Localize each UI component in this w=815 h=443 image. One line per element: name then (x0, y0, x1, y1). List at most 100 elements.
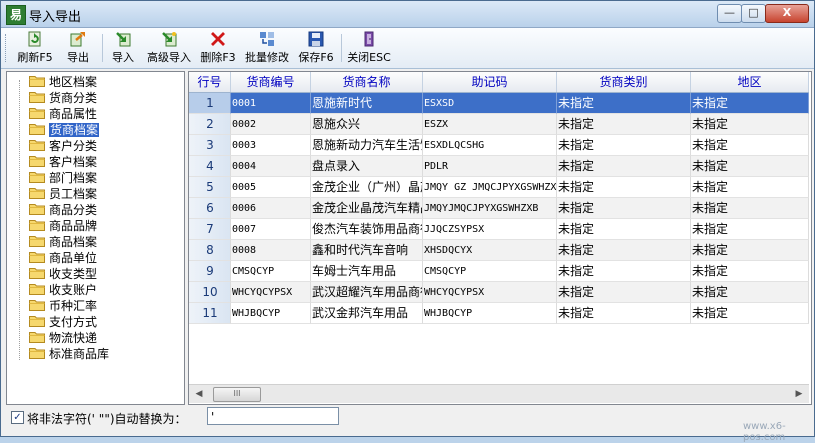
cell-mnemonic-code[interactable]: WHJBQCYP (423, 303, 557, 324)
table-row[interactable]: 5 0005 金茂企业（广州）晶茂 JMQY GZ JMQCJPYXGSWHZX 未指定… (189, 177, 809, 198)
cell-region[interactable]: 未指定 (691, 156, 809, 177)
title-bar[interactable]: 易 导入导出 — □ X (1, 1, 814, 28)
close-esc-button[interactable]: 关闭ESC (346, 31, 392, 65)
cell-mnemonic-code[interactable]: JMQYJMQCJPYXGSWHZXB (423, 198, 557, 219)
table-row[interactable]: 10 WHCYQCYPSX 武汉超耀汽车用品商行 WHCYQCYPSX 未指定 未指定 (189, 282, 809, 303)
cell-mnemonic-code[interactable]: ESZX (423, 114, 557, 135)
cell-mnemonic-code[interactable]: PDLR (423, 156, 557, 177)
tree-item[interactable]: 收支账户 (29, 281, 97, 297)
toolbar-grip[interactable] (5, 34, 9, 62)
cell-mnemonic-code[interactable]: JJQCZSYPSX (423, 219, 557, 240)
cell-mnemonic-code[interactable]: CMSQCYP (423, 261, 557, 282)
cell-row-number[interactable]: 5 (189, 177, 231, 198)
cell-supplier-code[interactable]: WHCYQCYPSX (231, 282, 311, 303)
cell-mnemonic-code[interactable]: JMQY GZ JMQCJPYXGSWHZX (423, 177, 557, 198)
tree-item[interactable]: 标准商品库 (29, 345, 109, 361)
cell-mnemonic-code[interactable]: ESXDLQCSHG (423, 135, 557, 156)
cell-row-number[interactable]: 4 (189, 156, 231, 177)
cell-supplier-code[interactable]: 0003 (231, 135, 311, 156)
tree-item[interactable]: 员工档案 (29, 185, 97, 201)
cell-supplier-name[interactable]: 恩施新动力汽车生活馆 (311, 135, 423, 156)
cell-supplier-code[interactable]: 0008 (231, 240, 311, 261)
save-button[interactable]: 保存F6 (297, 31, 335, 65)
replace-illegal-chars-checkbox[interactable]: ✓ (11, 411, 24, 424)
tree-item[interactable]: 收支类型 (29, 265, 97, 281)
table-row[interactable]: 8 0008 鑫和时代汽车音响 XHSDQCYX 未指定 未指定 (189, 240, 809, 261)
close-window-button[interactable]: X (765, 4, 809, 23)
cell-region[interactable]: 未指定 (691, 93, 809, 114)
cell-region[interactable]: 未指定 (691, 135, 809, 156)
table-row[interactable]: 1 0001 恩施新时代 ESXSD 未指定 未指定 (189, 93, 809, 114)
cell-supplier-code[interactable]: WHJBQCYP (231, 303, 311, 324)
cell-row-number[interactable]: 2 (189, 114, 231, 135)
scroll-left-icon[interactable]: ◀ (192, 388, 206, 400)
replacement-char-input[interactable]: ' (207, 407, 339, 425)
cell-supplier-name[interactable]: 俊杰汽车装饰用品商行 (311, 219, 423, 240)
table-row[interactable]: 9 CMSQCYP 车姆士汽车用品 CMSQCYP 未指定 未指定 (189, 261, 809, 282)
cell-supplier-category[interactable]: 未指定 (557, 198, 691, 219)
cell-region[interactable]: 未指定 (691, 303, 809, 324)
cell-supplier-code[interactable]: CMSQCYP (231, 261, 311, 282)
table-row[interactable]: 11 WHJBQCYP 武汉金邦汽车用品 WHJBQCYP 未指定 未指定 (189, 303, 809, 324)
cell-row-number[interactable]: 11 (189, 303, 231, 324)
import-button[interactable]: 导入 (107, 31, 139, 65)
cell-supplier-code[interactable]: 0004 (231, 156, 311, 177)
tree-item[interactable]: 商品分类 (29, 201, 97, 217)
cell-supplier-category[interactable]: 未指定 (557, 177, 691, 198)
cell-supplier-code[interactable]: 0001 (231, 93, 311, 114)
delete-button[interactable]: 删除F3 (199, 31, 237, 65)
cell-supplier-category[interactable]: 未指定 (557, 240, 691, 261)
column-header-supplier-name[interactable]: 货商名称 (311, 72, 423, 92)
cell-supplier-name[interactable]: 鑫和时代汽车音响 (311, 240, 423, 261)
cell-supplier-name[interactable]: 恩施新时代 (311, 93, 423, 114)
cell-supplier-category[interactable]: 未指定 (557, 303, 691, 324)
table-row[interactable]: 2 0002 恩施众兴 ESZX 未指定 未指定 (189, 114, 809, 135)
cell-supplier-name[interactable]: 武汉金邦汽车用品 (311, 303, 423, 324)
column-header-mnemonic[interactable]: 助记码 (423, 72, 557, 92)
export-button[interactable]: 导出 (62, 31, 94, 65)
tree-item[interactable]: 商品档案 (29, 233, 97, 249)
cell-region[interactable]: 未指定 (691, 177, 809, 198)
column-header-region[interactable]: 地区 (691, 72, 809, 92)
tree-item[interactable]: 商品单位 (29, 249, 97, 265)
cell-row-number[interactable]: 8 (189, 240, 231, 261)
refresh-button[interactable]: 刷新F5 (13, 31, 57, 65)
column-header-supplier-category[interactable]: 货商类别 (557, 72, 691, 92)
table-row[interactable]: 7 0007 俊杰汽车装饰用品商行 JJQCZSYPSX 未指定 未指定 (189, 219, 809, 240)
cell-region[interactable]: 未指定 (691, 261, 809, 282)
tree-item[interactable]: 物流快递 (29, 329, 97, 345)
cell-supplier-code[interactable]: 0005 (231, 177, 311, 198)
advanced-import-button[interactable]: 高级导入 (143, 31, 195, 65)
minimize-button[interactable]: — (717, 4, 742, 23)
table-row[interactable]: 3 0003 恩施新动力汽车生活馆 ESXDLQCSHG 未指定 未指定 (189, 135, 809, 156)
tree-item[interactable]: 货商档案 (29, 121, 100, 137)
tree-item[interactable]: 部门档案 (29, 169, 97, 185)
tree-item[interactable]: 币种汇率 (29, 297, 97, 313)
tree-item[interactable]: 商品品牌 (29, 217, 97, 233)
cell-region[interactable]: 未指定 (691, 198, 809, 219)
tree-item[interactable]: 货商分类 (29, 89, 97, 105)
cell-region[interactable]: 未指定 (691, 219, 809, 240)
cell-mnemonic-code[interactable]: WHCYQCYPSX (423, 282, 557, 303)
tree-item[interactable]: 支付方式 (29, 313, 97, 329)
cell-supplier-code[interactable]: 0006 (231, 198, 311, 219)
cell-supplier-category[interactable]: 未指定 (557, 282, 691, 303)
cell-region[interactable]: 未指定 (691, 114, 809, 135)
cell-region[interactable]: 未指定 (691, 282, 809, 303)
cell-row-number[interactable]: 6 (189, 198, 231, 219)
scroll-right-icon[interactable]: ▶ (792, 388, 806, 400)
cell-supplier-category[interactable]: 未指定 (557, 219, 691, 240)
cell-supplier-category[interactable]: 未指定 (557, 156, 691, 177)
cell-supplier-name[interactable]: 金茂企业（广州）晶茂 (311, 177, 423, 198)
scroll-thumb[interactable]: III (213, 387, 261, 402)
cell-row-number[interactable]: 7 (189, 219, 231, 240)
category-tree[interactable]: 地区档案 货商分类 商品属性 货商档案 客户分类 客户档案 部门档案 员工档案 商品分类 商品品牌… (6, 71, 185, 405)
cell-supplier-code[interactable]: 0002 (231, 114, 311, 135)
cell-row-number[interactable]: 3 (189, 135, 231, 156)
horizontal-scrollbar[interactable]: ◀ III ▶ (189, 384, 809, 403)
tree-item[interactable]: 客户分类 (29, 137, 97, 153)
cell-supplier-name[interactable]: 车姆士汽车用品 (311, 261, 423, 282)
maximize-button[interactable]: □ (741, 4, 766, 23)
table-row[interactable]: 6 0006 金茂企业晶茂汽车精品 JMQYJMQCJPYXGSWHZXB 未指定 未指定 (189, 198, 809, 219)
cell-supplier-category[interactable]: 未指定 (557, 93, 691, 114)
